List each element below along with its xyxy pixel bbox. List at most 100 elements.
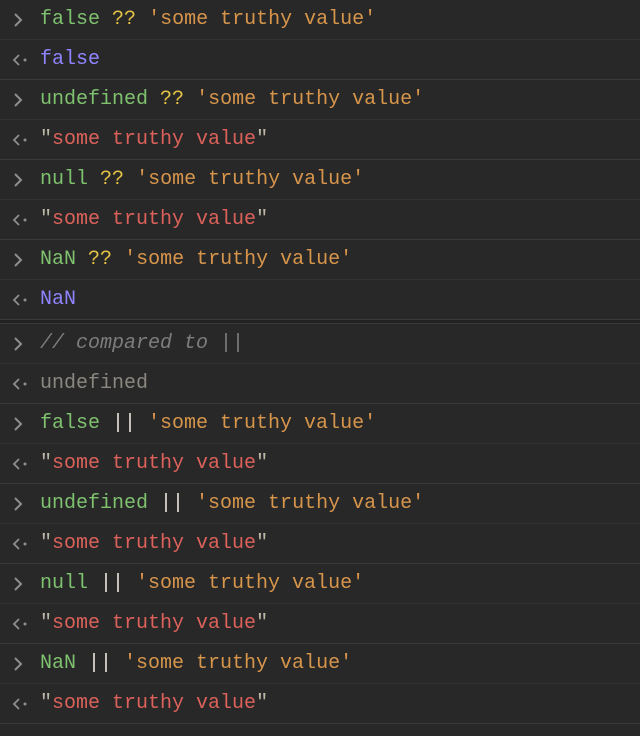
code-token: " [40, 610, 52, 637]
console-input-row[interactable]: false || 'some truthy value' [0, 404, 640, 444]
console-input-code: undefined ?? 'some truthy value' [40, 86, 424, 113]
console-output-value: "some truthy value" [40, 126, 268, 153]
console-input-code: NaN ?? 'some truthy value' [40, 246, 352, 273]
return-arrow-icon [8, 53, 40, 67]
console-output-value: undefined [40, 370, 148, 397]
console-input-code: undefined || 'some truthy value' [40, 490, 424, 517]
code-token: NaN [40, 246, 76, 273]
code-token: " [40, 530, 52, 557]
console-input-row[interactable]: null ?? 'some truthy value' [0, 160, 640, 200]
code-token: " [256, 530, 268, 557]
console-input-row[interactable]: null || 'some truthy value' [0, 564, 640, 604]
code-token [112, 246, 124, 273]
return-arrow-icon [8, 293, 40, 307]
code-token: 'some truthy value' [148, 6, 376, 33]
code-token: || [148, 490, 196, 517]
code-token [88, 166, 100, 193]
code-token: " [40, 690, 52, 717]
console-output-value: "some truthy value" [40, 450, 268, 477]
console-output-value: "some truthy value" [40, 610, 268, 637]
devtools-console: false ?? 'some truthy value'falseundefin… [0, 0, 640, 724]
code-token: NaN [40, 286, 76, 313]
return-arrow-icon [8, 537, 40, 551]
chevron-right-icon [8, 93, 40, 107]
code-token: " [256, 126, 268, 153]
code-token: ?? [88, 246, 112, 273]
console-output-row: undefined [0, 364, 640, 404]
code-token: ?? [100, 166, 124, 193]
code-token [136, 6, 148, 33]
console-output-row: "some truthy value" [0, 684, 640, 724]
chevron-right-icon [8, 173, 40, 187]
code-token: 'some truthy value' [124, 246, 352, 273]
console-input-row[interactable]: // compared to || [0, 324, 640, 364]
code-token: some truthy value [52, 690, 256, 717]
code-token: 'some truthy value' [196, 490, 424, 517]
console-input-row[interactable]: false ?? 'some truthy value' [0, 0, 640, 40]
code-token [76, 246, 88, 273]
console-output-row: false [0, 40, 640, 80]
code-token: NaN [40, 650, 76, 677]
code-token: 'some truthy value' [148, 410, 376, 437]
return-arrow-icon [8, 377, 40, 391]
console-input-code: false ?? 'some truthy value' [40, 6, 376, 33]
code-token: // compared to || [40, 330, 244, 357]
console-input-row[interactable]: undefined ?? 'some truthy value' [0, 80, 640, 120]
console-input-code: false || 'some truthy value' [40, 410, 376, 437]
code-token: null [40, 166, 88, 193]
console-output-value: NaN [40, 286, 76, 313]
code-token: 'some truthy value' [196, 86, 424, 113]
console-input-code: null || 'some truthy value' [40, 570, 364, 597]
console-output-row: "some truthy value" [0, 120, 640, 160]
code-token [124, 166, 136, 193]
code-token [148, 86, 160, 113]
chevron-right-icon [8, 13, 40, 27]
console-input-code: null ?? 'some truthy value' [40, 166, 364, 193]
return-arrow-icon [8, 133, 40, 147]
code-token: false [40, 6, 100, 33]
code-token [100, 6, 112, 33]
code-token: " [40, 206, 52, 233]
code-token: " [40, 126, 52, 153]
code-token: some truthy value [52, 126, 256, 153]
chevron-right-icon [8, 337, 40, 351]
console-output-row: "some truthy value" [0, 200, 640, 240]
console-output-row: "some truthy value" [0, 444, 640, 484]
code-token: some truthy value [52, 610, 256, 637]
chevron-right-icon [8, 253, 40, 267]
code-token: 'some truthy value' [124, 650, 352, 677]
return-arrow-icon [8, 697, 40, 711]
code-token: || [100, 410, 148, 437]
return-arrow-icon [8, 617, 40, 631]
code-token: false [40, 46, 100, 73]
code-token: " [256, 206, 268, 233]
chevron-right-icon [8, 577, 40, 591]
console-output-value: "some truthy value" [40, 690, 268, 717]
console-input-row[interactable]: undefined || 'some truthy value' [0, 484, 640, 524]
code-token: some truthy value [52, 450, 256, 477]
code-token: || [88, 570, 136, 597]
console-output-row: "some truthy value" [0, 524, 640, 564]
return-arrow-icon [8, 457, 40, 471]
code-token: false [40, 410, 100, 437]
console-input-code: // compared to || [40, 330, 244, 357]
console-output-value: "some truthy value" [40, 530, 268, 557]
code-token: 'some truthy value' [136, 166, 364, 193]
return-arrow-icon [8, 213, 40, 227]
code-token [184, 86, 196, 113]
code-token: ?? [160, 86, 184, 113]
code-token: ?? [112, 6, 136, 33]
console-input-row[interactable]: NaN ?? 'some truthy value' [0, 240, 640, 280]
console-output-row: NaN [0, 280, 640, 320]
code-token: undefined [40, 86, 148, 113]
code-token: " [256, 690, 268, 717]
console-input-code: NaN || 'some truthy value' [40, 650, 352, 677]
code-token: undefined [40, 490, 148, 517]
code-token: null [40, 570, 88, 597]
chevron-right-icon [8, 417, 40, 431]
chevron-right-icon [8, 657, 40, 671]
code-token: some truthy value [52, 206, 256, 233]
code-token: " [40, 450, 52, 477]
console-input-row[interactable]: NaN || 'some truthy value' [0, 644, 640, 684]
console-output-value: "some truthy value" [40, 206, 268, 233]
